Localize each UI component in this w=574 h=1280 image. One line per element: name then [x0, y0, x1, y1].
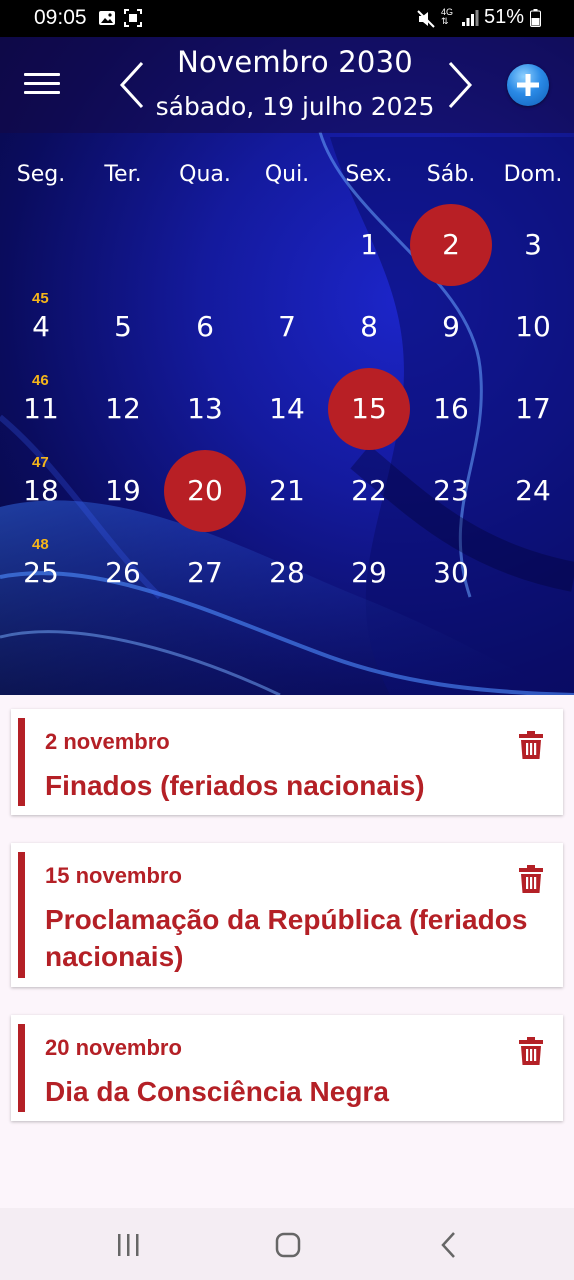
event-title: Proclamação da República (feriados nacio…	[45, 904, 528, 972]
calendar-day-holiday[interactable]: 20	[164, 450, 246, 532]
weekday-label: Qui.	[264, 162, 310, 187]
calendar-day[interactable]: 1	[328, 204, 410, 286]
calendar-day[interactable]: 16	[410, 368, 492, 450]
recent-apps-icon[interactable]	[110, 1230, 146, 1260]
calendar-day[interactable]: 11	[0, 368, 82, 450]
4g-icon: 4G ⇅	[441, 7, 454, 26]
event-color-bar	[18, 718, 25, 806]
calendar-day[interactable]: 13	[164, 368, 246, 450]
calendar-day[interactable]: 29	[328, 532, 410, 614]
calendar-day[interactable]: 4	[0, 286, 82, 368]
event-color-bar	[18, 852, 25, 978]
event-color-bar	[18, 1024, 25, 1112]
calendar-day[interactable]: 28	[246, 532, 328, 614]
event-card[interactable]: 20 novembro Dia da Consciência Negra	[11, 1015, 563, 1121]
calendar-day[interactable]: 18	[0, 450, 82, 532]
trash-icon[interactable]	[519, 731, 543, 759]
calendar-day[interactable]: 21	[246, 450, 328, 532]
weekday-label: Qua.	[179, 162, 231, 187]
calendar-day[interactable]: 14	[246, 368, 328, 450]
calendar-day[interactable]: 27	[164, 532, 246, 614]
calendar-day-holiday[interactable]: 2	[410, 204, 492, 286]
weekday-label: Seg.	[16, 162, 66, 187]
calendar-day[interactable]: 23	[410, 450, 492, 532]
chevron-right-icon[interactable]	[440, 57, 480, 113]
calendar-day[interactable]: 30	[410, 532, 492, 614]
status-bar: 09:05 4G ⇅ 51%	[0, 0, 574, 37]
calendar-day[interactable]: 19	[82, 450, 164, 532]
mute-icon	[416, 9, 436, 34]
battery-level: 51%	[484, 6, 525, 28]
calendar-day[interactable]: 26	[82, 532, 164, 614]
weekday-label: Dom.	[503, 162, 563, 187]
calendar-day[interactable]: 12	[82, 368, 164, 450]
signal-icon	[461, 9, 479, 32]
back-icon[interactable]	[432, 1230, 468, 1260]
calendar-day[interactable]: 3	[492, 204, 574, 286]
screenshot-icon	[124, 9, 142, 32]
calendar-day[interactable]: 10	[492, 286, 574, 368]
calendar-area: Novembro 2030 sábado, 19 julho 2025 Seg.…	[0, 37, 574, 695]
calendar-day[interactable]: 7	[246, 286, 328, 368]
event-title: Dia da Consciência Negra	[45, 1076, 389, 1107]
calendar-header: Novembro 2030 sábado, 19 julho 2025	[0, 37, 574, 133]
home-icon[interactable]	[270, 1230, 306, 1260]
add-icon[interactable]	[507, 64, 549, 106]
event-card[interactable]: 2 novembro Finados (feriados nacionais)	[11, 709, 563, 815]
battery-icon	[530, 9, 541, 32]
calendar-day-holiday[interactable]: 15	[328, 368, 410, 450]
calendar-day[interactable]: 17	[492, 368, 574, 450]
image-icon	[98, 9, 116, 32]
event-title: Finados (feriados nacionais)	[45, 770, 425, 801]
calendar-day[interactable]: 5	[82, 286, 164, 368]
weekday-label: Sáb.	[426, 162, 476, 187]
menu-icon[interactable]	[24, 73, 60, 99]
calendar-day[interactable]: 25	[0, 532, 82, 614]
chevron-left-icon[interactable]	[114, 57, 154, 113]
calendar-day[interactable]: 9	[410, 286, 492, 368]
event-date: 15 novembro	[45, 863, 182, 888]
event-date: 2 novembro	[45, 729, 170, 754]
status-time: 09:05	[34, 6, 87, 29]
month-title: Novembro 2030	[177, 45, 413, 79]
trash-icon[interactable]	[519, 1037, 543, 1065]
weekday-header: Seg. Ter. Qua. Qui. Sex. Sáb. Dom.	[0, 162, 574, 192]
trash-icon[interactable]	[519, 865, 543, 893]
weekday-label: Ter.	[104, 162, 142, 187]
today-subtitle: sábado, 19 julho 2025	[155, 92, 435, 121]
weekday-label: Sex.	[345, 162, 393, 187]
calendar-day[interactable]: 24	[492, 450, 574, 532]
calendar-day[interactable]: 6	[164, 286, 246, 368]
calendar-day[interactable]: 8	[328, 286, 410, 368]
calendar-day[interactable]: 22	[328, 450, 410, 532]
event-card[interactable]: 15 novembro Proclamação da República (fe…	[11, 843, 563, 987]
event-date: 20 novembro	[45, 1035, 182, 1060]
system-nav-bar	[0, 1208, 574, 1280]
